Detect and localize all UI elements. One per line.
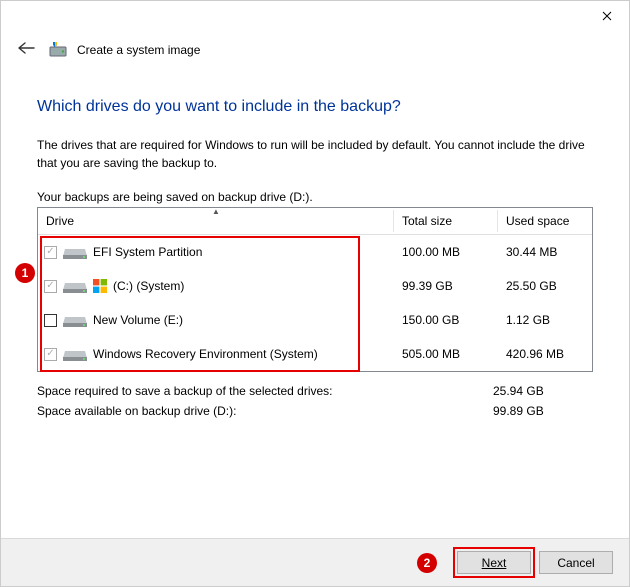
drive-icon [63, 243, 87, 261]
cell-drive: ✓ (C:) (System) [38, 277, 394, 295]
drives-table: Drive ▲ Total size Used space ✓ EFI Syste… [37, 207, 593, 372]
close-icon [602, 11, 612, 21]
space-available-label: Space available on backup drive (D:): [37, 404, 493, 418]
column-drive-label: Drive [46, 214, 74, 228]
column-drive[interactable]: Drive ▲ [38, 208, 394, 234]
back-arrow-icon[interactable] [13, 39, 39, 60]
space-available-value: 99.89 GB [493, 404, 593, 418]
annotation-badge-2: 2 [417, 553, 437, 573]
column-total-size[interactable]: Total size [394, 208, 498, 234]
cell-drive: ✓ EFI System Partition [38, 243, 394, 261]
table-row[interactable]: ✓ EFI System Partition 100.00 MB30.44 MB [38, 235, 592, 269]
cell-drive: ✓ Windows Recovery Environment (System) [38, 345, 394, 363]
page-heading: Which drives do you want to include in t… [37, 98, 593, 116]
cell-used-space: 25.50 GB [498, 279, 592, 293]
table-row[interactable]: ✓ (C:) (System) 99.39 GB25.50 GB [38, 269, 592, 303]
cancel-button[interactable]: Cancel [539, 551, 613, 574]
header: Create a system image [1, 31, 629, 68]
window-title: Create a system image [77, 43, 200, 57]
cell-total-size: 150.00 GB [394, 313, 498, 327]
next-button[interactable]: Next [457, 551, 531, 574]
space-required-value: 25.94 GB [493, 384, 593, 398]
dialog-footer: 2 Next Cancel [1, 538, 629, 586]
system-image-icon [49, 41, 67, 59]
drive-icon [63, 277, 87, 295]
drive-name: New Volume (E:) [93, 313, 183, 327]
table-header: Drive ▲ Total size Used space [38, 208, 592, 235]
cell-total-size: 99.39 GB [394, 279, 498, 293]
next-button-label: Next [482, 556, 507, 570]
table-body: ✓ EFI System Partition 100.00 MB30.44 MB ✓ (… [38, 235, 592, 371]
backup-target-label: Your backups are being saved on backup d… [37, 190, 593, 204]
drive-name: EFI System Partition [93, 245, 202, 259]
table-row[interactable]: ✓ Windows Recovery Environment (System) 50… [38, 337, 592, 371]
drive-icon [63, 311, 87, 329]
space-required-row: Space required to save a backup of the s… [37, 384, 593, 398]
cell-total-size: 505.00 MB [394, 347, 498, 361]
table-row[interactable]: New Volume (E:) 150.00 GB1.12 GB [38, 303, 592, 337]
sort-indicator-icon: ▲ [212, 207, 220, 216]
column-used-space[interactable]: Used space [498, 208, 592, 234]
cell-total-size: 100.00 MB [394, 245, 498, 259]
close-button[interactable] [584, 1, 629, 31]
cell-used-space: 420.96 MB [498, 347, 592, 361]
drive-checkbox: ✓ [44, 348, 57, 361]
windows-logo-icon [93, 279, 107, 293]
cell-drive: New Volume (E:) [38, 311, 394, 329]
drive-checkbox[interactable] [44, 314, 57, 327]
space-available-row: Space available on backup drive (D:): 99… [37, 404, 593, 418]
drive-name: Windows Recovery Environment (System) [93, 347, 318, 361]
content-area: Which drives do you want to include in t… [1, 68, 629, 418]
titlebar [1, 1, 629, 31]
description-text: The drives that are required for Windows… [37, 136, 593, 172]
space-required-label: Space required to save a backup of the s… [37, 384, 493, 398]
cell-used-space: 30.44 MB [498, 245, 592, 259]
cell-used-space: 1.12 GB [498, 313, 592, 327]
drive-icon [63, 345, 87, 363]
drive-checkbox: ✓ [44, 280, 57, 293]
drive-checkbox: ✓ [44, 246, 57, 259]
drive-name: (C:) (System) [113, 279, 184, 293]
